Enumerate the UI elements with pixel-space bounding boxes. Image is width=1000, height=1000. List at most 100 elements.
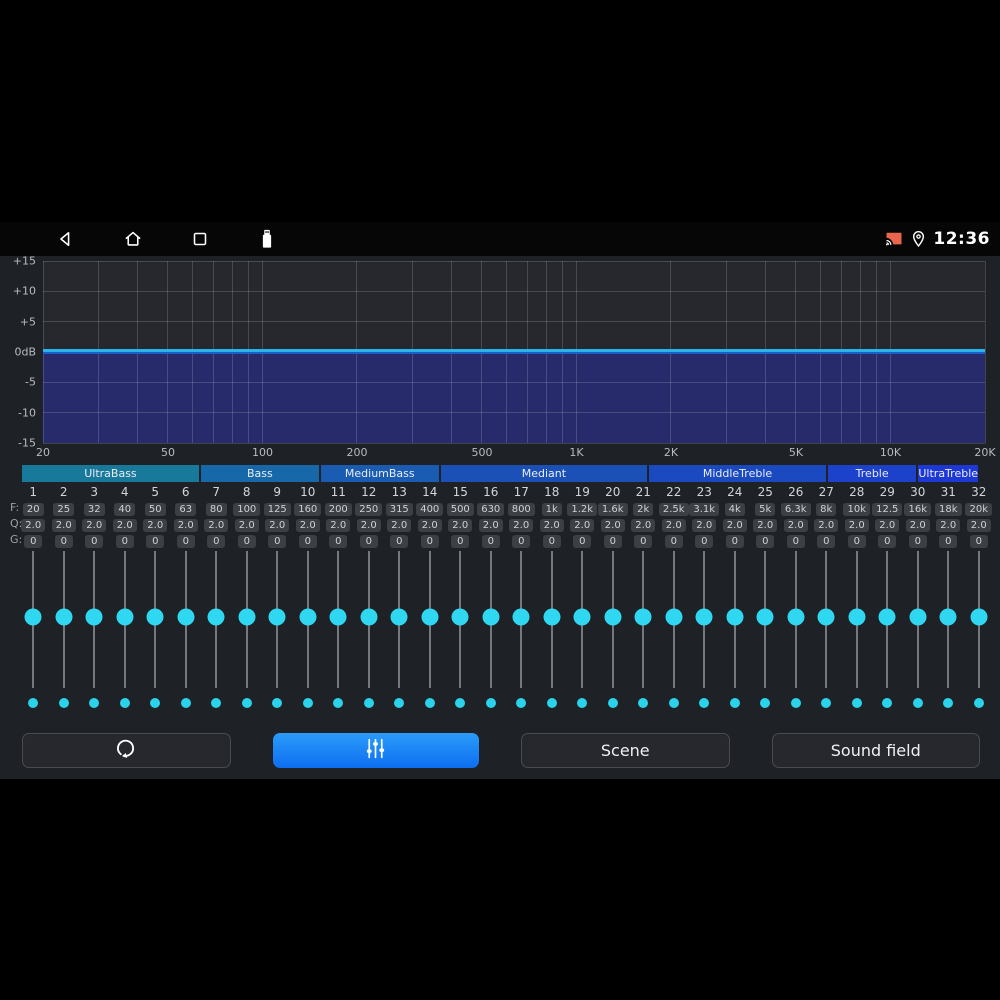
gain-slider[interactable] [872, 551, 903, 688]
slider-knob[interactable] [573, 608, 591, 626]
slider-knob[interactable] [299, 608, 317, 626]
band-q-value[interactable]: 2.0 [82, 519, 107, 532]
category-segment[interactable]: MiddleTreble [649, 465, 826, 482]
band-f-value[interactable]: 630 [477, 503, 505, 516]
band-f-value[interactable]: 315 [385, 503, 413, 516]
slider-knob[interactable] [24, 608, 42, 626]
slider-knob[interactable] [421, 608, 439, 626]
category-segment[interactable]: UltraBass [22, 465, 199, 482]
band-f-value[interactable]: 80 [205, 503, 227, 516]
band-f-value[interactable]: 8k [816, 503, 837, 516]
home-icon[interactable] [122, 228, 144, 250]
scene-button[interactable]: Scene [521, 733, 730, 768]
gain-slider[interactable] [415, 551, 446, 688]
gain-slider[interactable] [933, 551, 964, 688]
band-q-value[interactable]: 2.0 [448, 519, 473, 532]
gain-slider[interactable] [384, 551, 415, 688]
band-g-value[interactable]: 0 [878, 535, 897, 548]
band-g-value[interactable]: 0 [725, 535, 744, 548]
sound-field-button[interactable]: Sound field [771, 733, 980, 768]
band-f-value[interactable]: 50 [144, 503, 166, 516]
band-g-value[interactable]: 0 [939, 535, 958, 548]
gain-slider[interactable] [964, 551, 995, 688]
band-q-value[interactable]: 2.0 [631, 519, 656, 532]
band-q-value[interactable]: 2.0 [814, 519, 839, 532]
gain-slider[interactable] [506, 551, 537, 688]
category-segment[interactable]: Bass [200, 465, 319, 482]
slider-knob[interactable] [787, 608, 805, 626]
band-g-value[interactable]: 0 [786, 535, 805, 548]
band-g-value[interactable]: 0 [85, 535, 104, 548]
band-q-value[interactable]: 2.0 [387, 519, 412, 532]
slider-knob[interactable] [268, 608, 286, 626]
band-g-value[interactable]: 0 [54, 535, 73, 548]
band-q-value[interactable]: 2.0 [356, 519, 381, 532]
slider-knob[interactable] [146, 608, 164, 626]
band-g-value[interactable]: 0 [969, 535, 988, 548]
band-g-value[interactable]: 0 [237, 535, 256, 548]
band-f-value[interactable]: 3.1k [689, 503, 720, 516]
band-q-value[interactable]: 2.0 [509, 519, 534, 532]
band-g-value[interactable]: 0 [481, 535, 500, 548]
band-g-value[interactable]: 0 [268, 535, 287, 548]
band-f-value[interactable]: 1.6k [597, 503, 628, 516]
slider-knob[interactable] [726, 608, 744, 626]
gain-slider[interactable] [567, 551, 598, 688]
gain-slider[interactable] [445, 551, 476, 688]
band-f-value[interactable]: 2k [633, 503, 654, 516]
band-f-value[interactable]: 500 [446, 503, 474, 516]
gain-slider[interactable] [140, 551, 171, 688]
band-g-value[interactable]: 0 [451, 535, 470, 548]
gain-slider[interactable] [354, 551, 385, 688]
band-q-value[interactable]: 2.0 [570, 519, 595, 532]
gain-slider[interactable] [842, 551, 873, 688]
gain-slider[interactable] [18, 551, 49, 688]
slider-knob[interactable] [55, 608, 73, 626]
band-q-value[interactable]: 2.0 [173, 519, 198, 532]
slider-knob[interactable] [543, 608, 561, 626]
gain-slider[interactable] [689, 551, 720, 688]
slider-knob[interactable] [390, 608, 408, 626]
band-f-value[interactable]: 25 [53, 503, 75, 516]
band-q-value[interactable]: 2.0 [783, 519, 808, 532]
band-f-value[interactable]: 16k [904, 503, 931, 516]
category-segment[interactable]: UltraTreble [918, 465, 979, 482]
band-q-value[interactable]: 2.0 [692, 519, 717, 532]
band-g-value[interactable]: 0 [390, 535, 409, 548]
slider-knob[interactable] [482, 608, 500, 626]
gain-slider[interactable] [811, 551, 842, 688]
gain-slider[interactable] [720, 551, 751, 688]
gain-slider[interactable] [537, 551, 568, 688]
band-f-value[interactable]: 160 [294, 503, 322, 516]
band-f-value[interactable]: 40 [114, 503, 136, 516]
category-segment[interactable]: MediumBass [320, 465, 439, 482]
band-f-value[interactable]: 63 [175, 503, 197, 516]
equalizer-button[interactable] [272, 733, 479, 768]
gain-slider[interactable] [628, 551, 659, 688]
slider-knob[interactable] [756, 608, 774, 626]
band-f-value[interactable]: 20k [965, 503, 992, 516]
band-q-value[interactable]: 2.0 [234, 519, 259, 532]
band-g-value[interactable]: 0 [908, 535, 927, 548]
band-g-value[interactable]: 0 [176, 535, 195, 548]
band-g-value[interactable]: 0 [146, 535, 165, 548]
band-f-value[interactable]: 5k [755, 503, 776, 516]
band-q-value[interactable]: 2.0 [295, 519, 320, 532]
band-q-value[interactable]: 2.0 [722, 519, 747, 532]
gain-slider[interactable] [598, 551, 629, 688]
band-f-value[interactable]: 200 [324, 503, 352, 516]
slider-knob[interactable] [238, 608, 256, 626]
band-g-value[interactable]: 0 [115, 535, 134, 548]
band-f-value[interactable]: 125 [263, 503, 291, 516]
band-g-value[interactable]: 0 [695, 535, 714, 548]
slider-knob[interactable] [116, 608, 134, 626]
slider-knob[interactable] [634, 608, 652, 626]
band-q-value[interactable]: 2.0 [753, 519, 778, 532]
gain-slider[interactable] [110, 551, 141, 688]
band-q-value[interactable]: 2.0 [417, 519, 442, 532]
band-g-value[interactable]: 0 [817, 535, 836, 548]
band-q-value[interactable]: 2.0 [875, 519, 900, 532]
slider-knob[interactable] [207, 608, 225, 626]
band-g-value[interactable]: 0 [512, 535, 531, 548]
band-q-value[interactable]: 2.0 [600, 519, 625, 532]
